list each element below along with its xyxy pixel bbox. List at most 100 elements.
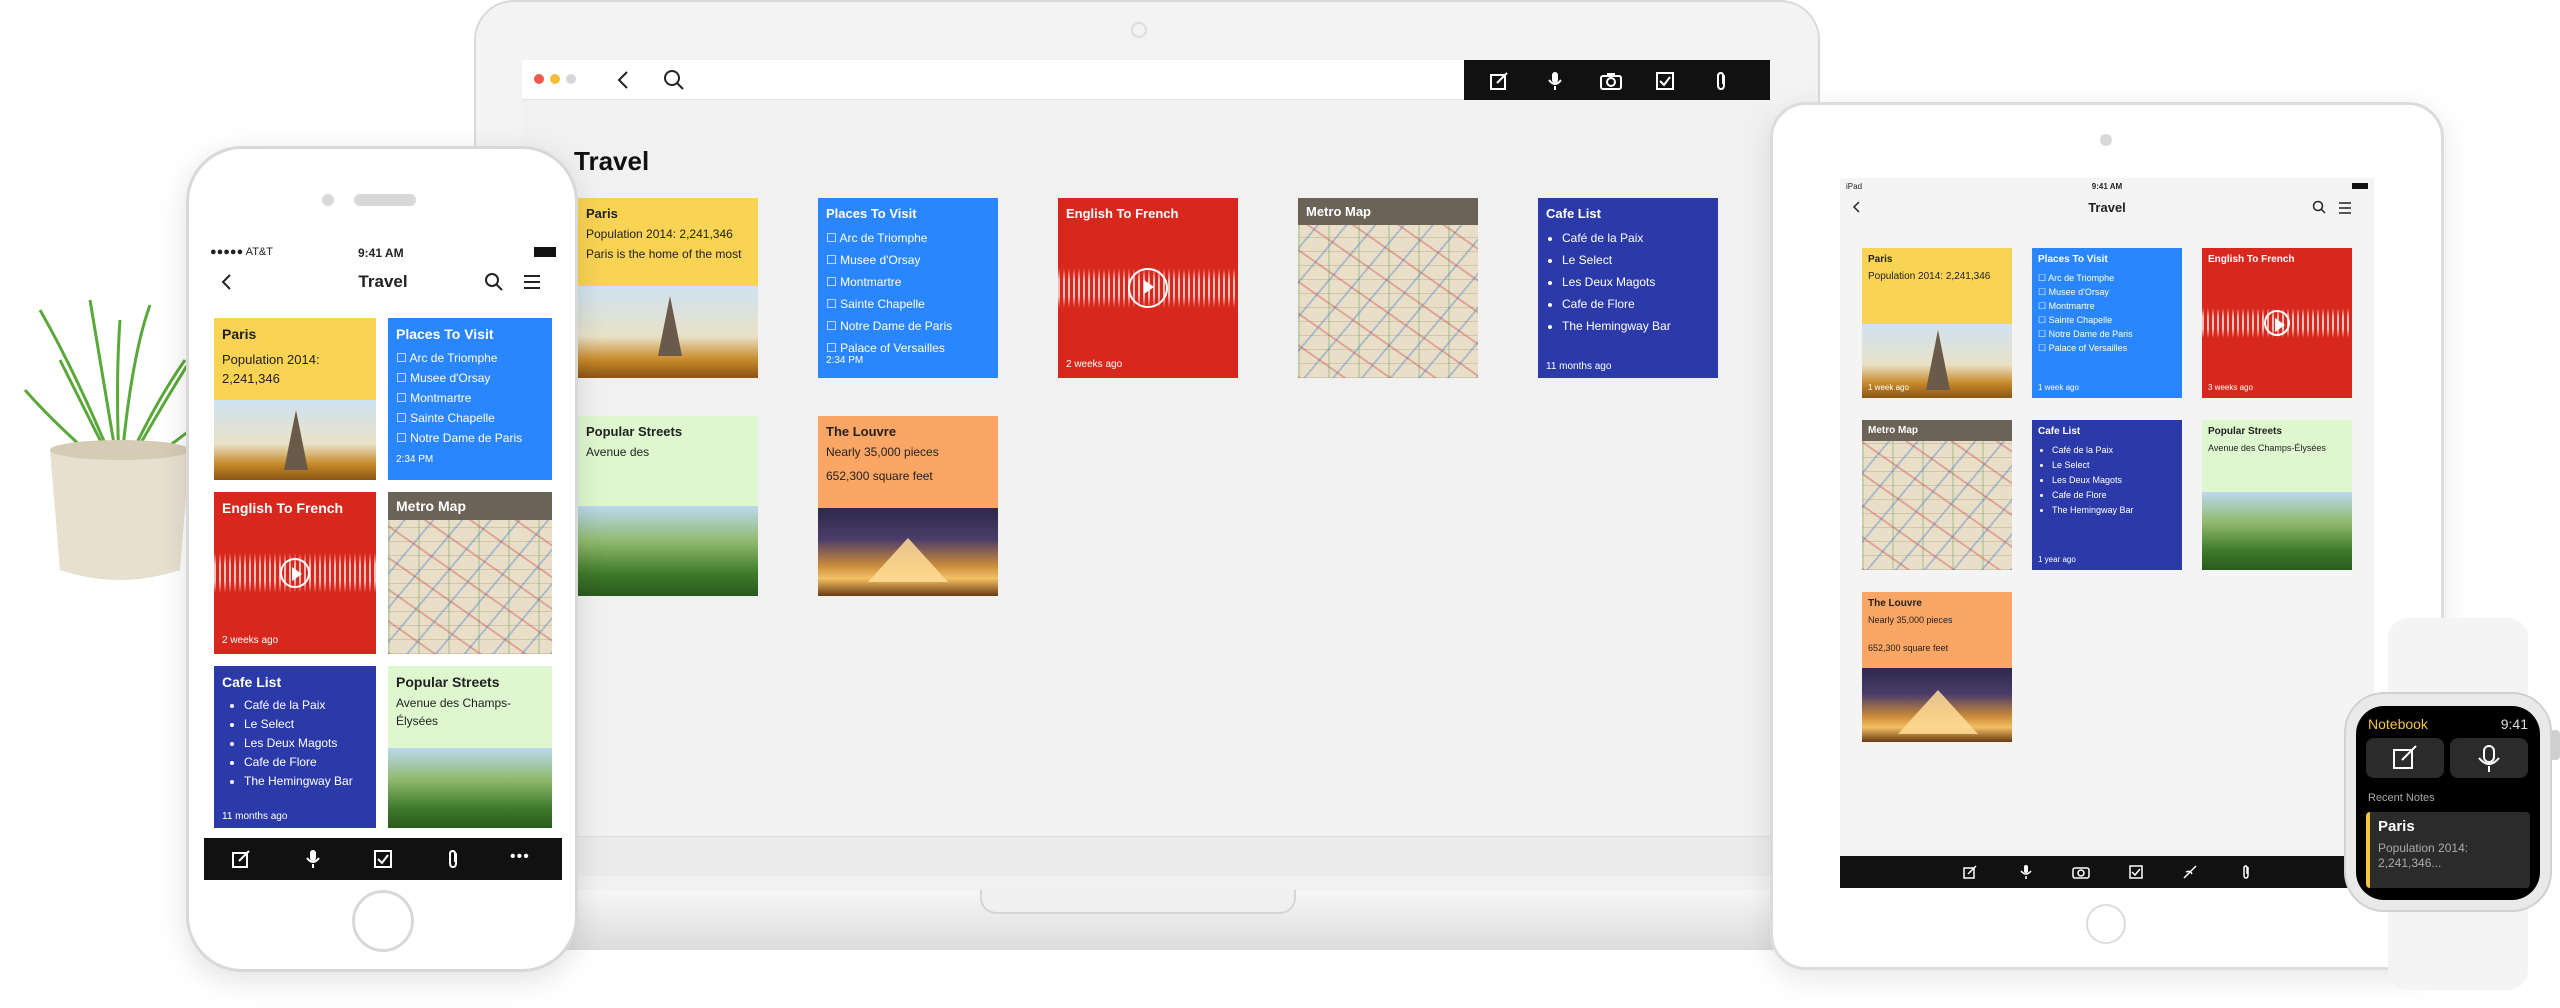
phone-home-button[interactable] xyxy=(352,890,414,952)
checklist-item[interactable]: ☐ Montmartre xyxy=(826,271,990,293)
checklist-item[interactable]: ☐ Musee d'Orsay xyxy=(396,368,544,388)
checklist-item[interactable]: ☐ Sainte Chapelle xyxy=(396,408,544,428)
search-icon[interactable] xyxy=(484,272,504,292)
note-card-places[interactable]: Places To Visit ☐ Arc de Triomphe ☐ Muse… xyxy=(818,198,998,378)
checklist-item[interactable]: ☐ Musee d'Orsay xyxy=(2038,285,2176,299)
checklist-item[interactable]: ☐ Sainte Chapelle xyxy=(2038,313,2176,327)
phone-camera xyxy=(322,194,334,206)
note-card-places[interactable]: Places To Visit ☐ Arc de Triomphe ☐ Muse… xyxy=(2032,248,2182,398)
checklist-item[interactable]: ☐ Arc de Triomphe xyxy=(396,348,544,368)
compose-icon[interactable] xyxy=(230,848,252,870)
camera-icon[interactable] xyxy=(1599,70,1623,92)
menu-icon[interactable] xyxy=(2338,202,2352,214)
compose-icon[interactable] xyxy=(1488,70,1510,92)
mic-icon xyxy=(2478,745,2500,772)
list-item: The Hemingway Bar xyxy=(1562,315,1710,337)
search-icon[interactable] xyxy=(2312,200,2326,214)
sketch-icon[interactable] xyxy=(2182,864,2198,880)
note-card-paris[interactable]: Paris Population 2014: 2,241,346 Paris i… xyxy=(578,198,758,378)
list-item: Café de la Paix xyxy=(2052,443,2176,458)
play-icon[interactable] xyxy=(280,558,310,588)
checkbox-icon[interactable] xyxy=(372,848,394,870)
watch-clock: 9:41 xyxy=(2500,716,2528,732)
tablet-home-button[interactable] xyxy=(2086,904,2126,944)
checkbox-icon[interactable] xyxy=(2128,864,2144,880)
note-text: Avenue des Champs-Élysées xyxy=(2208,443,2326,453)
note-title: Cafe List xyxy=(2038,426,2081,437)
list-item: The Hemingway Bar xyxy=(2052,503,2176,518)
watch-mic-button[interactable] xyxy=(2450,738,2528,778)
attach-icon[interactable] xyxy=(1710,70,1732,92)
mic-icon[interactable] xyxy=(302,848,324,870)
note-title: Cafe List xyxy=(1546,206,1601,221)
watch-section-label: Recent Notes xyxy=(2368,792,2435,804)
note-card-streets[interactable]: Popular Streets Avenue des Champs-Élysée… xyxy=(388,666,552,828)
phone-screen: ●●●●● AT&T 9:41 AM Travel Paris Populati… xyxy=(204,240,562,880)
window-minimize-button[interactable] xyxy=(550,74,560,84)
note-timestamp: 1 year ago xyxy=(2038,555,2076,564)
note-title: Places To Visit xyxy=(2038,254,2108,265)
play-icon[interactable] xyxy=(1128,268,1168,308)
play-icon[interactable] xyxy=(2264,310,2290,336)
checklist-item[interactable]: ☐ Notre Dame de Paris xyxy=(2038,327,2176,341)
compose-icon[interactable] xyxy=(1962,864,1978,880)
attach-icon[interactable] xyxy=(442,848,464,870)
note-card-streets[interactable]: Popular Streets Avenue des xyxy=(578,416,758,596)
checklist-item[interactable]: ☐ Arc de Triomphe xyxy=(826,227,990,249)
note-title: Popular Streets xyxy=(396,674,500,690)
note-title: English To French xyxy=(222,500,344,516)
street-photo xyxy=(2202,492,2352,570)
more-icon[interactable]: ••• xyxy=(510,848,530,866)
note-card-places[interactable]: Places To Visit ☐ Arc de Triomphe ☐ Muse… xyxy=(388,318,552,480)
note-text: Population 2014: 2,241,346 xyxy=(222,352,320,386)
note-card-metro[interactable]: Metro Map xyxy=(1862,420,2012,570)
list-item: The Hemingway Bar xyxy=(244,772,368,791)
back-icon[interactable] xyxy=(612,68,636,92)
note-title: Paris xyxy=(1868,254,1893,265)
checklist-item[interactable]: ☐ Montmartre xyxy=(2038,299,2176,313)
note-timestamp: 1 week ago xyxy=(2038,383,2079,392)
note-card-louvre[interactable]: The Louvre Nearly 35,000 pieces 652,300 … xyxy=(1862,592,2012,742)
mic-icon[interactable] xyxy=(1544,70,1566,92)
checklist-item[interactable]: ☐ Arc de Triomphe xyxy=(2038,271,2176,285)
note-timestamp: 2 weeks ago xyxy=(222,635,279,646)
search-icon[interactable] xyxy=(662,68,686,92)
note-card-cafe[interactable]: Cafe List Café de la Paix Le Select Les … xyxy=(214,666,376,828)
checklist-item[interactable]: ☐ Musee d'Orsay xyxy=(826,249,990,271)
note-card-cafe[interactable]: Cafe List Café de la Paix Le Select Les … xyxy=(2032,420,2182,570)
note-card-louvre[interactable]: The Louvre Nearly 35,000 pieces 652,300 … xyxy=(818,416,998,596)
note-timestamp: 11 months ago xyxy=(1546,361,1612,372)
watch-compose-button[interactable] xyxy=(2366,738,2444,778)
checklist-item[interactable]: ☐ Palace of Versailles xyxy=(2038,341,2176,355)
checklist-item[interactable]: ☐ Notre Dame de Paris xyxy=(396,428,544,448)
phone-clock: 9:41 AM xyxy=(358,246,404,260)
note-title: English To French xyxy=(1066,206,1179,221)
note-title: Metro Map xyxy=(1298,198,1478,225)
tablet-camera xyxy=(2100,134,2112,146)
note-title: Paris xyxy=(222,326,257,342)
camera-icon[interactable] xyxy=(2072,864,2090,880)
note-card-english[interactable]: English To French 3 weeks ago xyxy=(2202,248,2352,398)
watch-note-card[interactable]: Paris Population 2014: 2,241,346... xyxy=(2366,812,2530,888)
checkbox-icon[interactable] xyxy=(1654,70,1676,92)
note-card-english[interactable]: English To French 2 weeks ago xyxy=(1058,198,1238,378)
window-zoom-button[interactable] xyxy=(566,74,576,84)
watch-crown[interactable] xyxy=(2550,730,2560,760)
menu-icon[interactable] xyxy=(522,274,542,290)
mic-icon[interactable] xyxy=(2018,864,2034,880)
checklist-item[interactable]: ☐ Sainte Chapelle xyxy=(826,293,990,315)
note-card-paris[interactable]: Paris Population 2014: 2,241,346 1 week … xyxy=(1862,248,2012,398)
attach-icon[interactable] xyxy=(2238,864,2254,880)
note-text: Avenue des xyxy=(586,445,650,459)
note-card-english[interactable]: English To French 2 weeks ago xyxy=(214,492,376,654)
checklist-item[interactable]: ☐ Notre Dame de Paris xyxy=(826,315,990,337)
note-card-cafe[interactable]: Cafe List Café de la Paix Le Select Les … xyxy=(1538,198,1718,378)
note-card-paris[interactable]: Paris Population 2014: 2,241,346 xyxy=(214,318,376,480)
checklist-item[interactable]: ☐ Montmartre xyxy=(396,388,544,408)
note-card-metro[interactable]: Metro Map xyxy=(1298,198,1478,378)
note-card-streets[interactable]: Popular Streets Avenue des Champs-Élysée… xyxy=(2202,420,2352,570)
note-title: Popular Streets xyxy=(586,424,683,439)
window-close-button[interactable] xyxy=(534,74,544,84)
laptop-notch xyxy=(980,890,1296,914)
note-card-metro[interactable]: Metro Map xyxy=(388,492,552,654)
